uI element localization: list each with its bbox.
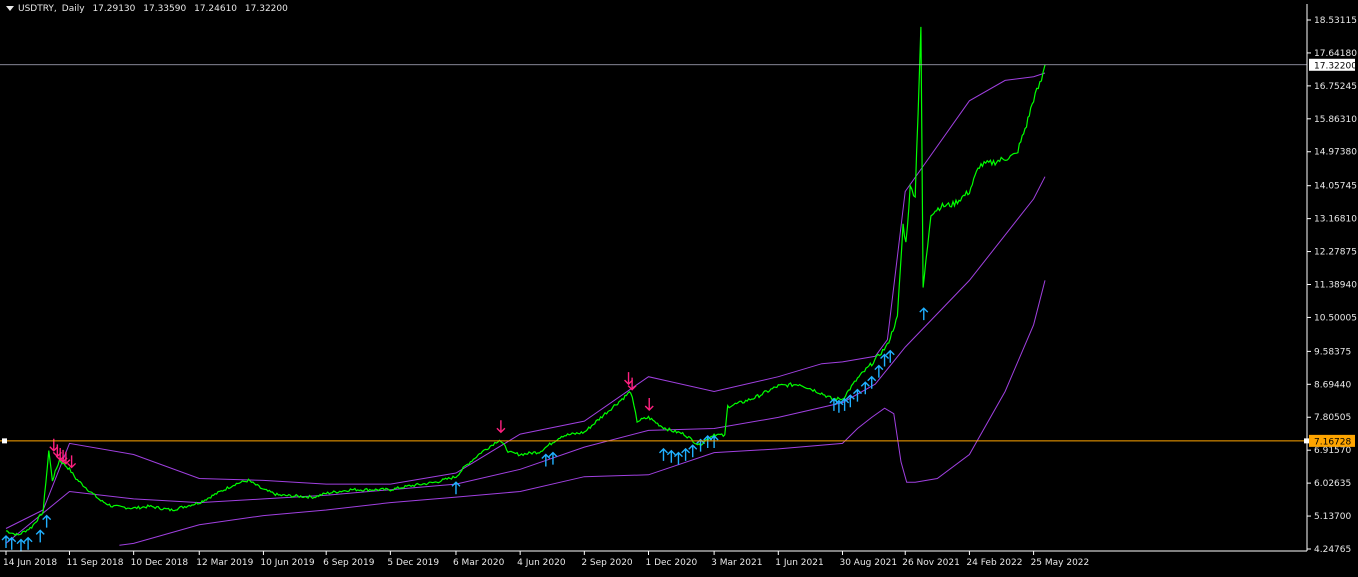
symbol-label: USDTRY (18, 4, 54, 14)
open-value: 17.29130 (92, 4, 136, 14)
x-tick-label: 12 Mar 2019 (196, 558, 253, 568)
buy-arrow (709, 434, 719, 448)
x-tick-label: 6 Mar 2020 (453, 558, 505, 568)
chart-menu-triangle-icon[interactable] (6, 6, 14, 11)
signal-arrows (1, 307, 929, 552)
y-tick-label: 14.05745 (1314, 182, 1357, 192)
timeframe-label: Daily (61, 4, 85, 14)
current-price-label: 17.32200 (1314, 61, 1357, 71)
sell-arrow (644, 398, 654, 412)
buy-arrow (666, 449, 676, 463)
buy-arrow (658, 447, 668, 461)
high-value: 17.33590 (143, 4, 187, 14)
y-tick-label: 18.53115 (1314, 16, 1357, 26)
y-tick-label: 15.86310 (1314, 115, 1357, 125)
x-tick-label: 2 Sep 2020 (581, 558, 633, 568)
level-label: 7.16728 (1314, 437, 1351, 447)
level-handle-left (2, 438, 7, 444)
sell-arrow (496, 420, 506, 434)
x-tick-label: 14 Jun 2018 (3, 558, 57, 568)
y-tick-label: 8.69440 (1314, 380, 1351, 390)
chart-area[interactable]: 18.53115 17.64180 16.75245 15.86310 14.97380… (0, 0, 1358, 573)
buy-arrow (42, 514, 52, 528)
x-tick-label: 1 Dec 2020 (646, 558, 698, 568)
x-tick-label: 4 Jun 2020 (517, 558, 566, 568)
buy-arrow (880, 353, 890, 367)
buy-arrow (696, 438, 706, 452)
price-chart[interactable]: 18.53115 17.64180 16.75245 15.86310 14.97380… (0, 0, 1358, 573)
x-tick-label: 5 Dec 2019 (387, 558, 439, 568)
x-tick-label: 1 Jun 2021 (775, 558, 823, 568)
buy-arrow (688, 444, 698, 458)
chart-header[interactable]: USDTRY, Daily 17.29130 17.33590 17.24610 … (6, 4, 293, 14)
y-tick-label: 13.16810 (1314, 215, 1357, 225)
time-axis: 14 Jun 2018 11 Sep 2018 10 Dec 2018 12 Mar … (0, 550, 1307, 568)
y-tick-label: 5.13700 (1314, 512, 1351, 522)
upper-band-line (5, 72, 1046, 529)
buy-arrow (35, 529, 45, 543)
x-tick-label: 25 May 2022 (1031, 558, 1090, 568)
bollinger-bands (5, 72, 1046, 546)
middle-band-line (5, 176, 1046, 544)
x-tick-label: 24 Feb 2022 (966, 558, 1022, 568)
y-tick-label: 16.75245 (1314, 82, 1357, 92)
y-tick-label: 17.64180 (1314, 49, 1357, 59)
buy-arrow (681, 447, 691, 461)
buy-arrow (867, 375, 877, 389)
price-series (5, 26, 1046, 537)
x-tick-label: 3 Mar 2021 (711, 558, 762, 568)
x-tick-label: 11 Sep 2018 (66, 558, 123, 568)
buy-arrow (840, 397, 850, 411)
y-tick-label: 6.91570 (1314, 446, 1351, 456)
price-line (5, 26, 1046, 537)
sell-arrow (624, 372, 634, 386)
lower-band-line (119, 280, 1046, 546)
buy-arrow (919, 307, 929, 321)
y-tick-label: 6.02635 (1314, 479, 1351, 489)
horizontal-levels (0, 64, 1309, 444)
y-tick-label: 10.50005 (1314, 313, 1357, 323)
y-tick-label: 7.80505 (1314, 413, 1351, 423)
x-tick-label: 6 Sep 2019 (323, 558, 375, 568)
x-tick-label: 26 Nov 2021 (902, 558, 960, 568)
close-value: 17.32200 (244, 4, 288, 14)
price-axis: 18.53115 17.64180 16.75245 15.86310 14.97380… (1306, 4, 1357, 555)
low-value: 17.24610 (194, 4, 238, 14)
buy-arrow (1, 534, 11, 548)
x-tick-label: 30 Aug 2021 (839, 558, 897, 568)
y-tick-label: 14.97380 (1314, 148, 1357, 158)
y-tick-label: 9.58375 (1314, 347, 1351, 357)
x-tick-label: 10 Jun 2019 (260, 558, 314, 568)
y-tick-label: 11.38940 (1314, 281, 1357, 291)
buy-arrow (23, 536, 33, 550)
x-tick-label: 10 Dec 2018 (131, 558, 189, 568)
y-tick-label: 4.24765 (1314, 545, 1351, 555)
y-tick-label: 12.27875 (1314, 248, 1357, 258)
